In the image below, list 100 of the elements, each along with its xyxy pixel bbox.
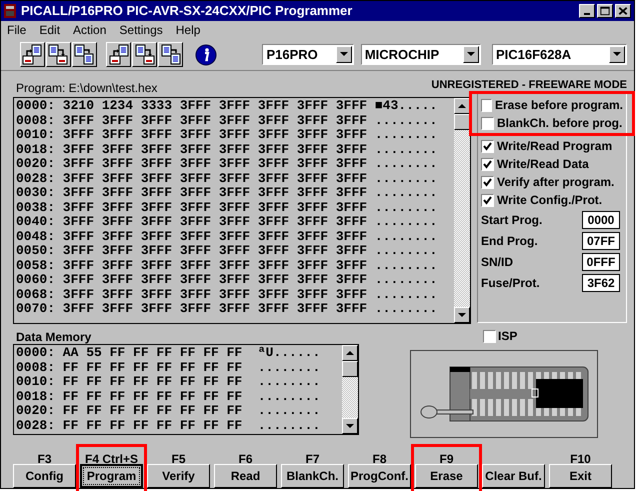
scroll-up-button[interactable] — [342, 345, 358, 361]
shortcut-label: F5 — [171, 451, 186, 464]
close-button[interactable] — [615, 4, 631, 18]
function-button[interactable]: Program — [80, 464, 143, 488]
checkbox[interactable] — [483, 330, 496, 342]
save-file-button[interactable] — [132, 42, 158, 67]
field-label: End Prog. — [481, 232, 538, 250]
hex-row-text: 0070: 3FFF 3FFF 3FFF 3FFF 3FFF 3FFF 3FFF 3FFF ........ — [16, 302, 438, 316]
hex-row-text: 0028: 3FFF 3FFF 3FFF 3FFF 3FFF 3FFF 3FFF 3FFF ........ — [16, 172, 438, 186]
dropdown-value: PIC16F628A — [494, 46, 572, 64]
dropdown-value: P16PRO — [265, 46, 319, 64]
value-field[interactable]: 3F62 — [582, 274, 620, 292]
hex-row-text: 0000: 3210 1234 3333 3FFF 3FFF 3FFF 3FFF 3FFF ■43..... — [16, 99, 438, 114]
hex-row-text: 0038: 3FFF 3FFF 3FFF 3FFF 3FFF 3FFF 3FFF 3FFF ........ — [16, 200, 438, 215]
hex-row-text: 0008: FF FF FF FF FF FF FF FF ........ — [16, 360, 322, 375]
save-as-button[interactable] — [72, 42, 97, 67]
dropdown[interactable]: MICROCHIP — [360, 44, 481, 65]
scroll-up-button[interactable] — [454, 98, 470, 114]
hex-row-text: 0018: 3FFF 3FFF 3FFF 3FFF 3FFF 3FFF 3FFF 3FFF ........ — [16, 142, 438, 157]
open-file-button[interactable] — [106, 42, 132, 67]
shortcut-label: F10 — [570, 451, 591, 464]
hex-row-text: 0048: 3FFF 3FFF 3FFF 3FFF 3FFF 3FFF 3FFF 3FFF ........ — [16, 230, 438, 244]
dropdown-arrow-button[interactable] — [336, 46, 352, 63]
value-field[interactable]: 07FF — [582, 232, 620, 250]
function-button[interactable]: Clear Buf. — [482, 464, 545, 488]
menu-item[interactable]: Settings — [119, 20, 163, 38]
checkbox-label: Erase before program. — [494, 97, 623, 114]
hex-row-text: 0068: 3FFF 3FFF 3FFF 3FFF 3FFF 3FFF 3FFF 3FFF ........ — [16, 288, 438, 302]
dropdown-arrow-button[interactable] — [462, 46, 479, 63]
function-button[interactable]: Exit — [549, 464, 612, 488]
save-as-button[interactable] — [158, 42, 183, 67]
hex-row-text: 0018: FF FF FF FF FF FF FF FF ........ — [16, 390, 322, 404]
close-icon — [616, 5, 630, 17]
scrollbar[interactable] — [342, 345, 358, 434]
hex-row-text: 0008: 3FFF 3FFF 3FFF 3FFF 3FFF 3FFF 3FFF 3FFF ........ — [16, 114, 438, 128]
dropdown[interactable]: PIC16F628A — [492, 44, 628, 65]
dropdown-value: MICROCHIP — [364, 46, 440, 64]
save-file-button[interactable] — [46, 42, 71, 67]
program-path-label: Program: E:\down\test.hex — [15, 80, 158, 97]
checkbox[interactable] — [481, 140, 494, 152]
down-triangle-icon — [346, 424, 354, 428]
hex-row-text: 0040: 3FFF 3FFF 3FFF 3FFF 3FFF 3FFF 3FFF 3FFF ........ — [16, 215, 438, 230]
app-icon — [4, 4, 16, 18]
dropdown-arrow-button[interactable] — [609, 46, 626, 63]
menu-item[interactable]: Edit — [39, 20, 60, 38]
field-label: Fuse/Prot. — [481, 274, 540, 292]
checkbox[interactable] — [481, 176, 494, 188]
dropdown[interactable]: P16PRO — [262, 44, 354, 65]
freeware-mode-label: UNREGISTERED - FREEWARE MODE — [431, 79, 627, 91]
checkbox-label: Write Config./Prot. — [497, 192, 602, 209]
checkbox-label: Write/Read Data — [497, 156, 589, 173]
hex-row-text: 0000: AA 55 FF FF FF FF FF FF ªU...... — [16, 346, 322, 360]
shortcut-label: F8 — [372, 451, 386, 464]
checkbox-label: BlankCh. before prog. — [497, 115, 622, 132]
shortcut-label: F6 — [238, 451, 252, 464]
minimize-button[interactable] — [579, 4, 595, 18]
field-label: SN/ID — [481, 254, 514, 270]
scroll-down-button[interactable] — [454, 307, 470, 323]
window-title: PICALL/P16PRO PIC-AVR-SX-24CXX/PIC Programmer — [21, 2, 354, 20]
scroll-down-button[interactable] — [342, 418, 358, 434]
shortcut-label: F9 — [439, 451, 454, 464]
function-button[interactable]: ProgConf. — [348, 464, 411, 488]
function-button[interactable]: Erase — [415, 464, 478, 488]
menu-item[interactable]: Help — [176, 20, 200, 38]
checkbox[interactable] — [481, 98, 492, 112]
hex-row-text: 0020: FF FF FF FF FF FF FF FF ........ — [16, 404, 322, 418]
checkbox[interactable] — [481, 116, 494, 130]
function-button[interactable]: Read — [214, 464, 277, 488]
checkbox-label: ISP — [498, 328, 518, 345]
checkbox[interactable] — [481, 194, 494, 206]
data-memory-label: Data Memory — [15, 329, 92, 342]
maximize-button[interactable] — [597, 4, 613, 18]
menu-item[interactable]: File — [7, 20, 26, 38]
shortcut-label: F4 Ctrl+S — [84, 451, 138, 464]
scroll-thumb[interactable] — [342, 361, 358, 377]
field-label: Start Prog. — [481, 212, 542, 228]
down-triangle-icon — [613, 52, 622, 57]
function-button[interactable]: BlankCh. — [281, 464, 344, 488]
hex-row-text: 0010: 3FFF 3FFF 3FFF 3FFF 3FFF 3FFF 3FFF 3FFF ........ — [16, 128, 438, 142]
up-triangle-icon — [346, 350, 354, 356]
value-field[interactable]: 0FFF — [582, 252, 620, 270]
checkbox[interactable] — [481, 158, 494, 170]
down-triangle-icon — [466, 52, 475, 57]
hex-row-text: 0010: FF FF FF FF FF FF FF FF ........ — [16, 375, 322, 390]
hex-row-text: 0020: 3FFF 3FFF 3FFF 3FFF 3FFF 3FFF 3FFF 3FFF ........ — [16, 157, 438, 172]
menu-item[interactable]: Action — [73, 20, 106, 38]
shortcut-label: F3 — [37, 451, 52, 464]
scrollbar[interactable] — [454, 98, 470, 323]
up-triangle-icon — [458, 104, 466, 108]
maximize-icon — [598, 5, 612, 17]
hex-row-text: 0030: 3FFF 3FFF 3FFF 3FFF 3FFF 3FFF 3FFF 3FFF ........ — [16, 186, 438, 200]
function-button[interactable]: Config — [13, 464, 76, 488]
info-button[interactable] — [194, 42, 218, 66]
value-field[interactable]: 0000 — [582, 210, 620, 228]
function-button[interactable]: Verify — [147, 464, 210, 488]
open-file-button[interactable] — [20, 42, 45, 67]
hex-row-text: 0058: 3FFF 3FFF 3FFF 3FFF 3FFF 3FFF 3FFF 3FFF ........ — [16, 258, 438, 273]
down-triangle-icon — [340, 52, 348, 57]
scroll-thumb[interactable] — [454, 114, 470, 130]
checkbox-label: Verify after program. — [497, 174, 614, 191]
